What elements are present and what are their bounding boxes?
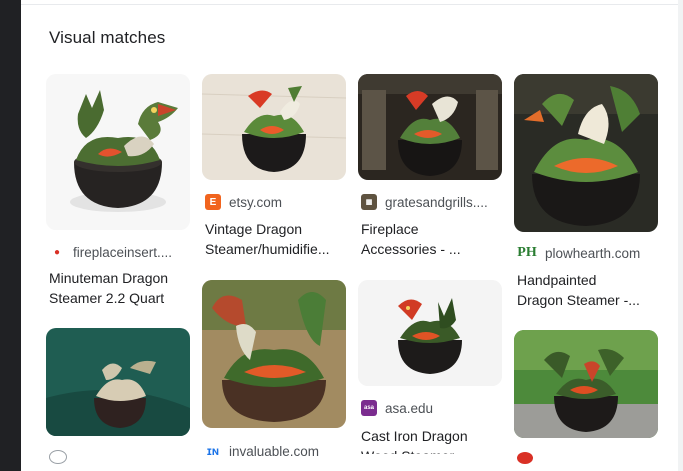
result-image-8[interactable] [514,330,658,438]
result-image-1[interactable] [46,74,190,230]
result-source-2[interactable]: E etsy.com [205,194,282,210]
dragon-steamer-image [358,280,502,386]
dragon-steamer-image [202,74,346,180]
plowhearth-icon: PH [517,245,537,260]
result-image-3[interactable] [358,74,502,180]
result-title-4[interactable]: Handpainted Dragon Steamer -... [517,270,665,310]
section-heading: Visual matches [49,28,166,47]
asa-icon: asa [361,400,377,416]
result-image-5[interactable] [46,328,190,436]
source-label: invaluable.com [229,443,320,459]
result-title-3[interactable]: Fireplace Accessories - ... [361,219,509,259]
title-line: Wood Steamer [361,446,509,454]
etsy-icon: E [205,194,221,210]
title-line: Fireplace [361,221,419,237]
globe-icon [49,450,67,464]
dark-side-strip [0,0,21,471]
title-line: Dragon Steamer -... [517,292,640,308]
result-image-2[interactable] [202,74,346,180]
dragon-steamer-image [358,74,502,180]
source-label: plowhearth.com [545,245,641,261]
invaluable-icon: ɪɴ [206,444,220,458]
result-source-6-partial[interactable]: ɪɴ invaluable.com [205,443,319,459]
result-image-6[interactable] [202,280,346,428]
source-label: etsy.com [229,194,283,210]
dragon-steamer-image [514,330,658,438]
result-source-1[interactable]: ● fireplaceinsert.... [49,244,172,260]
result-source-4[interactable]: PH plowhearth.com [517,245,640,261]
source-label: asa.edu [385,400,434,416]
source-label: gratesandgrills.... [385,194,488,210]
result-image-4[interactable] [514,74,658,232]
title-line: Vintage Dragon [205,221,303,237]
result-source-8-partial[interactable] [517,452,533,464]
dragon-steamer-image [514,74,658,232]
scrollbar-track[interactable] [678,0,683,471]
result-source-5-partial[interactable] [49,450,67,464]
result-image-7[interactable] [358,280,502,386]
gratesandgrills-icon: ▦ [361,194,377,210]
dragon-steamer-image [46,74,190,230]
red-circle-icon [517,452,533,464]
title-line: Minuteman Dragon [49,270,169,286]
top-divider [21,4,683,5]
result-title-1[interactable]: Minuteman Dragon Steamer 2.2 Quart [49,268,197,308]
result-source-7[interactable]: asa asa.edu [361,400,433,416]
source-label: fireplaceinsert.... [73,244,173,260]
dragon-steamer-image [202,280,346,428]
title-line: Cast Iron Dragon [361,428,468,444]
map-pin-icon: ● [53,246,61,258]
title-line: Handpainted [517,272,597,288]
result-title-7[interactable]: Cast Iron Dragon Wood Steamer [361,426,509,454]
result-title-2[interactable]: Vintage Dragon Steamer/humidifie... [205,219,353,259]
title-line: Steamer/humidifie... [205,241,330,257]
title-line: Steamer 2.2 Quart [49,290,165,306]
result-source-3[interactable]: ▦ gratesandgrills.... [361,194,488,210]
dragon-steamer-image [46,328,190,436]
title-line: Accessories - ... [361,241,461,257]
